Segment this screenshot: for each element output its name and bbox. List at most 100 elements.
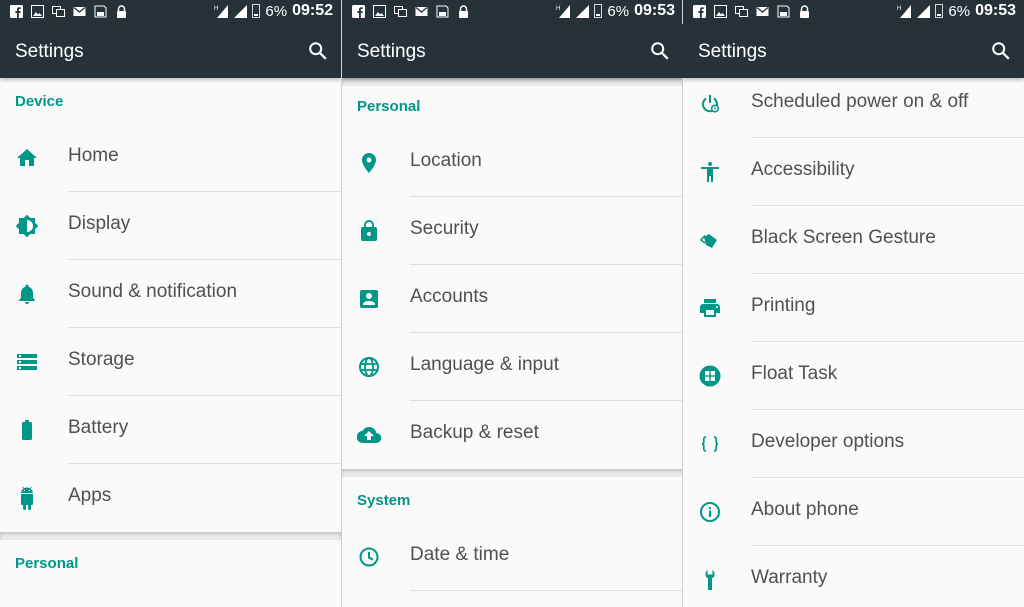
settings-item-date-time[interactable]: Date & time <box>342 523 683 591</box>
mail-icon <box>415 6 428 16</box>
settings-item-label: Security <box>410 218 479 239</box>
settings-item-battery[interactable]: Battery <box>0 396 341 464</box>
info-icon <box>700 502 720 522</box>
signal-icon: H <box>897 5 912 18</box>
accessibility-icon <box>701 162 719 182</box>
printer-icon <box>700 299 720 317</box>
clock: 09:53 <box>634 2 675 19</box>
section-divider <box>342 469 683 477</box>
settings-item-label: Display <box>68 213 131 234</box>
settings-item-location[interactable]: Location <box>342 129 683 197</box>
settings-item-label: Storage <box>68 349 135 370</box>
android-icon <box>21 486 33 510</box>
section-header-system: System <box>357 492 411 509</box>
image-icon <box>373 5 386 18</box>
search-icon[interactable] <box>649 40 671 62</box>
facebook-icon <box>693 5 706 18</box>
status-bar: H 6% 09:52 <box>0 0 341 24</box>
screen-icon <box>52 6 65 17</box>
settings-item-apps[interactable]: Apps <box>0 464 341 532</box>
save-icon <box>777 5 790 18</box>
settings-item-accessibility[interactable]: Accessibility <box>683 138 1024 206</box>
screen-icon <box>735 6 748 17</box>
app-bar: Settings <box>342 24 683 78</box>
svg-text:H: H <box>897 6 901 12</box>
mail-icon <box>73 6 86 16</box>
settings-item-home[interactable]: Home <box>0 124 341 192</box>
status-bar: H 6% 09:53 <box>342 0 683 24</box>
image-icon <box>714 5 727 18</box>
settings-item-label: Scheduled power on & off <box>751 91 969 112</box>
battery-percent: 6% <box>607 2 630 20</box>
settings-item-label: Battery <box>68 417 129 438</box>
settings-item-label: Home <box>68 145 119 166</box>
divider <box>410 590 683 591</box>
section-header-device: Device <box>15 93 64 110</box>
settings-item-about-phone[interactable]: About phone <box>683 478 1024 546</box>
settings-item-label: Warranty <box>751 567 828 588</box>
search-icon[interactable] <box>307 40 329 62</box>
page-title: Settings <box>357 41 426 62</box>
storage-icon <box>17 354 37 370</box>
globe-icon <box>359 357 379 377</box>
settings-item-label: Developer options <box>751 431 905 452</box>
settings-item-label: Language & input <box>410 354 559 375</box>
battery-status-icon <box>252 4 261 18</box>
page-title: Settings <box>15 41 84 62</box>
settings-item-label: Location <box>410 150 482 171</box>
clock-icon <box>359 547 379 567</box>
svg-text:H: H <box>556 6 560 12</box>
settings-item-accounts[interactable]: Accounts <box>342 265 683 333</box>
settings-item-display[interactable]: Display <box>0 192 341 260</box>
brightness-icon <box>15 214 39 238</box>
save-icon <box>436 5 449 18</box>
settings-item-label: Date & time <box>410 544 510 565</box>
lock-icon <box>459 5 468 18</box>
bell-icon <box>19 284 35 304</box>
clock: 09:53 <box>975 2 1016 19</box>
clock: 09:52 <box>292 2 333 19</box>
settings-item-storage[interactable]: Storage <box>0 328 341 396</box>
settings-item-sound[interactable]: Sound & notification <box>0 260 341 328</box>
battery-percent: 6% <box>265 2 288 20</box>
settings-item-float-task[interactable]: Float Task <box>683 342 1024 410</box>
signal-icon: H <box>556 5 571 18</box>
battery-percent: 6% <box>948 2 971 20</box>
search-icon[interactable] <box>990 40 1012 62</box>
battery-status-icon <box>935 4 944 18</box>
settings-item-printing[interactable]: Printing <box>683 274 1024 342</box>
image-icon <box>31 5 44 18</box>
settings-item-label: Apps <box>68 485 112 506</box>
gesture-icon <box>699 234 717 248</box>
battery-icon <box>22 420 32 440</box>
section-divider <box>342 78 683 86</box>
lock-icon <box>117 5 126 18</box>
settings-item-label: About phone <box>751 499 859 520</box>
settings-item-label: Accounts <box>410 286 489 307</box>
settings-screen-3: H 6% 09:53 Settings Scheduled power on &… <box>683 0 1024 607</box>
settings-item-label: Sound & notification <box>68 281 238 302</box>
settings-item-label: Black Screen Gesture <box>751 227 936 248</box>
settings-item-developer-options[interactable]: Developer options <box>683 410 1024 478</box>
settings-item-security[interactable]: Security <box>342 197 683 265</box>
app-bar: Settings <box>0 24 341 78</box>
signal-icon: H <box>214 5 229 18</box>
battery-status-icon <box>594 4 603 18</box>
svg-text:H: H <box>214 6 218 12</box>
settings-item-warranty[interactable]: Warranty <box>683 546 1024 607</box>
signal-icon <box>234 5 248 18</box>
settings-item-label: Printing <box>751 295 816 316</box>
home-icon <box>17 149 37 166</box>
mail-icon <box>756 6 769 16</box>
location-icon <box>362 153 376 173</box>
power-schedule-icon <box>702 95 720 113</box>
braces-icon <box>701 436 719 452</box>
settings-item-black-screen-gesture[interactable]: Black Screen Gesture <box>683 206 1024 274</box>
settings-item-backup[interactable]: Backup & reset <box>342 401 683 469</box>
settings-item-scheduled-power[interactable]: Scheduled power on & off <box>683 70 1024 138</box>
settings-screen-1: H 6% 09:52 Settings Device Home Display … <box>0 0 341 607</box>
app-bar: Settings <box>683 24 1024 78</box>
lock-icon <box>361 220 377 241</box>
settings-item-language[interactable]: Language & input <box>342 333 683 401</box>
settings-item-label: Float Task <box>751 363 838 384</box>
